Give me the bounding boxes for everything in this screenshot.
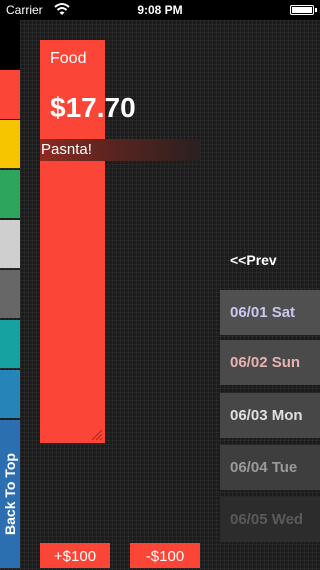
day-item[interactable]: 06/01 Sat [220,290,320,335]
category-swatch-light-gray[interactable] [0,220,20,268]
resize-grip-icon[interactable] [89,427,103,441]
battery-icon [290,5,314,15]
back-to-top-label: Back To Top [2,453,18,535]
expense-note[interactable]: Pasnta! [40,139,200,161]
status-bar: Carrier 9:08 PM [0,0,320,20]
expense-amount: $17.70 [50,92,136,123]
day-item[interactable]: 06/05 Wed [220,497,320,542]
back-to-top-button[interactable]: Back To Top [0,420,20,568]
category-swatch-teal[interactable] [0,320,20,368]
category-swatch-green[interactable] [0,170,20,218]
clock: 9:08 PM [137,3,183,17]
subtract-100-button[interactable]: -$100 [130,543,200,568]
expense-category: Food [50,50,87,67]
category-swatch-yellow[interactable] [0,120,20,168]
day-item[interactable]: 06/03 Mon [220,393,320,438]
prev-button[interactable]: <<Prev [230,252,277,268]
battery-tip [315,8,317,12]
category-swatch-black[interactable] [0,20,20,70]
day-item[interactable]: 06/04 Tue [220,445,320,490]
category-swatch-dark-gray[interactable] [0,270,20,318]
day-item[interactable]: 06/02 Sun [220,340,320,385]
category-swatch-blue[interactable] [0,370,20,418]
category-swatch-red[interactable] [0,70,20,119]
expense-card[interactable]: Food $17.70 [40,40,136,443]
add-100-button[interactable]: +$100 [40,543,110,568]
